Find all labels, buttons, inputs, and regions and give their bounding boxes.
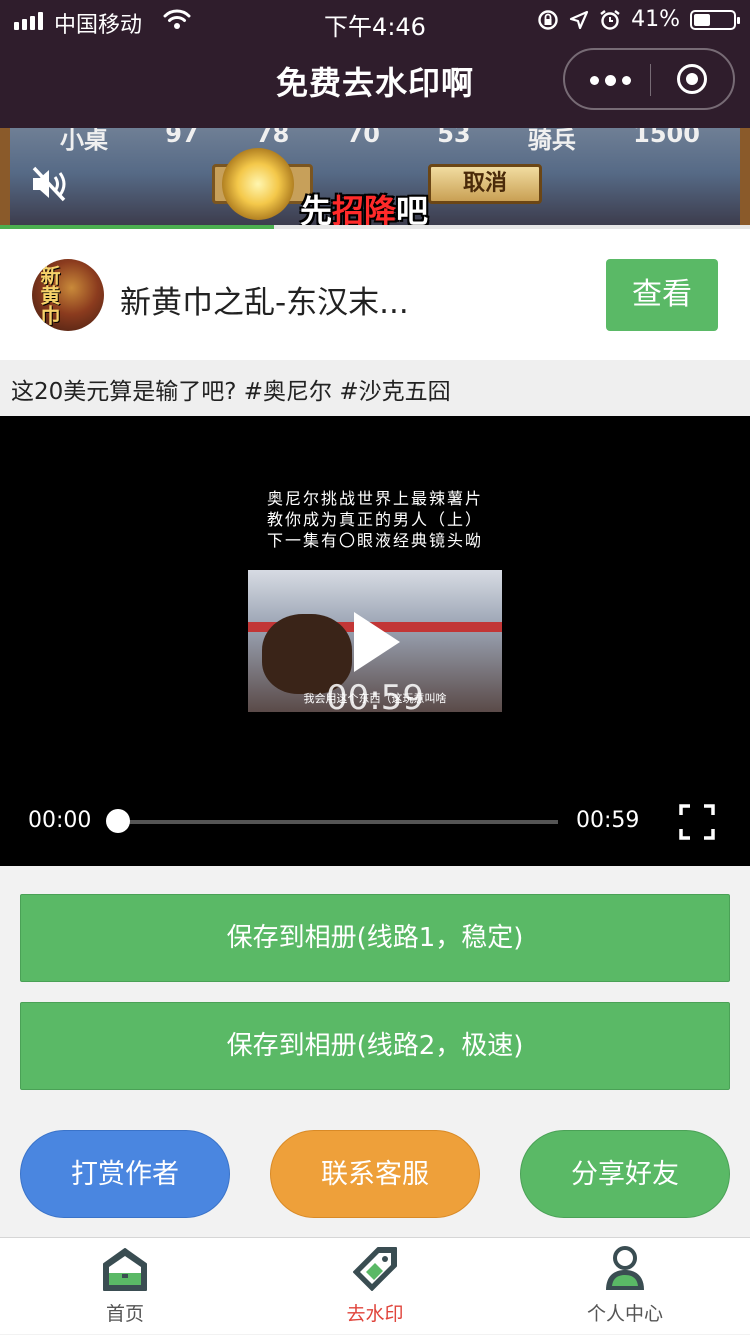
ad-stat: 小桌 — [60, 128, 108, 154]
status-bar: 中国移动 下午4:46 41% — [0, 0, 750, 41]
home-icon — [103, 1248, 147, 1291]
ad-caption-highlight: 招降 — [332, 192, 397, 228]
seek-handle[interactable] — [106, 809, 130, 833]
save-line1-button[interactable]: 保存到相册(线路1，稳定) — [20, 894, 730, 982]
user-icon — [606, 1246, 644, 1290]
video-subtitle-line: 奥尼尔挑战世界上最辣薯片 — [266, 489, 483, 508]
current-time: 00:00 — [28, 808, 92, 833]
fullscreen-icon[interactable] — [679, 804, 715, 840]
save-line2-button[interactable]: 保存到相册(线路2，极速) — [20, 1002, 730, 1090]
video-subtitle-line: 教你成为真正的男人（上） — [266, 510, 483, 529]
battery-percent: 41% — [631, 7, 680, 32]
alarm-icon — [600, 9, 620, 30]
video-player[interactable]: 奥尼尔挑战世界上最辣薯片 教你成为真正的男人（上） 下一集有〇眼液经典镜头呦 我… — [0, 416, 750, 866]
more-options-icon[interactable] — [585, 68, 635, 92]
battery-icon — [690, 9, 740, 30]
tab-label: 去水印 — [346, 1303, 404, 1325]
video-subtitle-line: 下一集有〇眼液经典镜头呦 — [266, 531, 483, 550]
ad-frame-left — [0, 128, 10, 228]
ad-caption: 先招降吧 — [300, 186, 428, 228]
ad-stats-row: 小桌 97 78 70 53 骑兵 1500 — [60, 128, 700, 155]
tab-bar: 首页 去水印 个人中心 — [0, 1237, 750, 1334]
video-subtitle-block: 奥尼尔挑战世界上最辣薯片 教你成为真正的男人（上） 下一集有〇眼液经典镜头呦 — [0, 488, 750, 551]
ad-glow-effect — [222, 148, 294, 220]
ad-stat: 骑兵 — [527, 128, 576, 154]
ad-stat: 70 — [346, 128, 380, 148]
ad-stat: 53 — [437, 128, 471, 148]
game-card: 新黄巾 新黄巾之乱-东汉末... 查看 — [0, 229, 750, 360]
close-mini-program-icon[interactable] — [677, 64, 707, 94]
tab-remove-watermark[interactable]: 去水印 — [250, 1238, 500, 1335]
mini-program-capsule — [563, 48, 735, 110]
tab-profile[interactable]: 个人中心 — [500, 1238, 750, 1335]
orientation-lock-icon — [538, 9, 558, 30]
tab-label: 个人中心 — [586, 1303, 663, 1325]
play-icon[interactable] — [354, 612, 400, 672]
mute-icon[interactable] — [30, 166, 70, 202]
ad-cancel-button: 取消 — [428, 164, 542, 204]
seek-track[interactable] — [118, 820, 558, 824]
game-avatar: 新黄巾 — [32, 259, 104, 331]
ad-frame-right — [740, 128, 750, 228]
tab-label: 首页 — [105, 1303, 144, 1325]
game-ad-banner[interactable]: 小桌 97 78 70 53 骑兵 1500 取消 先招降吧 — [0, 128, 750, 228]
video-title: 这20美元算是输了吧? #奥尼尔 #沙克五囧 — [11, 379, 451, 405]
contact-support-button[interactable]: 联系客服 — [270, 1130, 480, 1218]
video-title-bar: 这20美元算是输了吧? #奥尼尔 #沙克五囧 — [0, 360, 750, 416]
video-duration-overlay: 00:59 — [326, 678, 424, 718]
status-right: 41% — [537, 7, 740, 32]
ad-caption-pre: 先 — [300, 192, 333, 228]
game-avatar-text: 新黄巾 — [37, 265, 61, 325]
location-icon — [569, 10, 589, 29]
ad-stat: 1500 — [633, 128, 700, 148]
video-controls: 00:00 00:59 — [0, 800, 750, 844]
view-game-button[interactable]: 查看 — [606, 259, 718, 331]
capsule-divider — [650, 64, 651, 96]
total-duration: 00:59 — [576, 808, 640, 833]
ad-caption-post: 吧 — [396, 192, 429, 228]
game-name: 新黄巾之乱-东汉末... — [120, 285, 409, 321]
tag-icon — [353, 1247, 397, 1291]
reward-author-button[interactable]: 打赏作者 — [20, 1130, 230, 1218]
ad-stat: 97 — [165, 128, 199, 148]
share-friends-button[interactable]: 分享好友 — [520, 1130, 730, 1218]
top-bar: 中国移动 下午4:46 41% 免费去水印啊 — [0, 0, 750, 128]
tab-home[interactable]: 首页 — [0, 1238, 250, 1335]
